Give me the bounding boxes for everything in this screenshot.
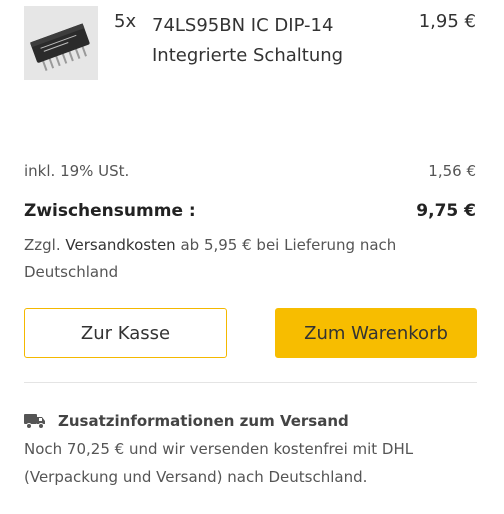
subtotal-value: 9,75 € (416, 201, 476, 221)
item-price: 1,95 € (418, 11, 476, 32)
item-name-line2: Integrierte Schaltung (152, 45, 344, 66)
cart-item: 5x 74LS95BN IC DIP-14 Integrierte Schalt… (24, 6, 480, 86)
shipping-note: Zzgl. Versandkosten ab 5,95 € bei Liefer… (24, 232, 464, 286)
shipping-info-text: Noch 70,25 € und wir versenden kostenfre… (24, 440, 414, 486)
product-image[interactable] (24, 6, 98, 80)
divider (24, 382, 477, 383)
view-cart-button[interactable]: Zum Warenkorb (275, 308, 477, 358)
shipping-prefix: Zzgl. (24, 236, 61, 254)
item-name[interactable]: 74LS95BN IC DIP-14 Integrierte Schaltung (152, 11, 382, 71)
tax-value: 1,56 € (428, 162, 476, 180)
subtotal-label: Zwischensumme : (24, 201, 196, 221)
shipping-info-title: Zusatzinformationen zum Versand (58, 412, 349, 430)
ic-chip-image (24, 6, 98, 80)
tax-row: inkl. 19% USt. 1,56 € (24, 162, 476, 180)
tax-label: inkl. 19% USt. (24, 162, 130, 180)
item-quantity: 5x (114, 11, 137, 32)
item-name-line1: 74LS95BN IC DIP-14 (152, 15, 334, 36)
subtotal-row: Zwischensumme : 9,75 € (24, 201, 476, 221)
truck-icon (24, 414, 45, 429)
checkout-button[interactable]: Zur Kasse (24, 308, 227, 358)
shipping-costs-link[interactable]: Versandkosten (65, 236, 175, 254)
shipping-info-heading: Zusatzinformationen zum Versand (24, 410, 349, 432)
